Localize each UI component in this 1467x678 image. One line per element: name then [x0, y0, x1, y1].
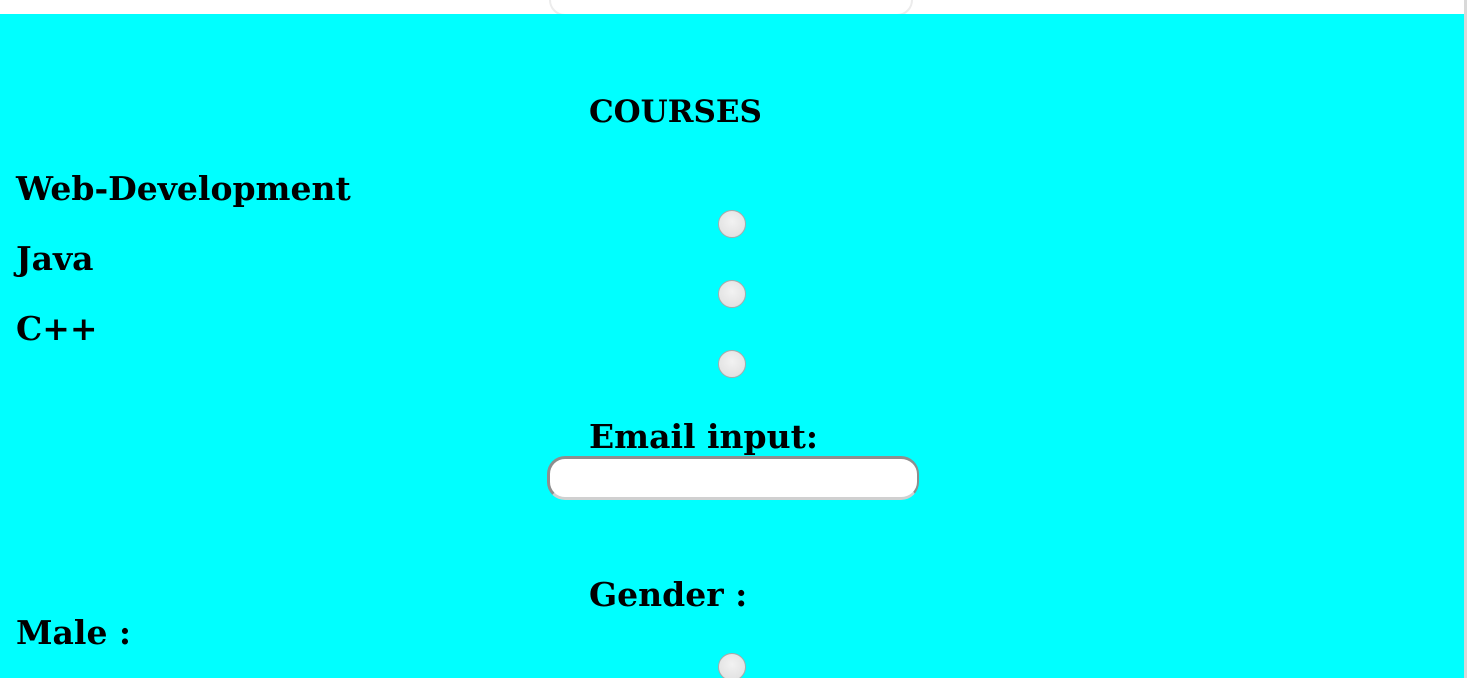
course-radio-web-development[interactable]: [718, 210, 746, 238]
course-label-cpp: C++: [16, 309, 98, 348]
course-radio-cpp[interactable]: [718, 350, 746, 378]
email-label: Email input:: [589, 417, 819, 456]
gender-label-male: Male :: [16, 613, 132, 652]
course-label-java: Java: [16, 239, 94, 278]
email-input[interactable]: [547, 456, 919, 500]
gender-heading: Gender :: [589, 575, 748, 614]
page: COURSES Web-Development Java C++ Email i…: [0, 0, 1467, 678]
course-radio-java[interactable]: [718, 280, 746, 308]
course-label-web-development: Web-Development: [16, 169, 351, 208]
gender-radio-male[interactable]: [718, 653, 746, 678]
courses-heading: COURSES: [589, 94, 762, 130]
